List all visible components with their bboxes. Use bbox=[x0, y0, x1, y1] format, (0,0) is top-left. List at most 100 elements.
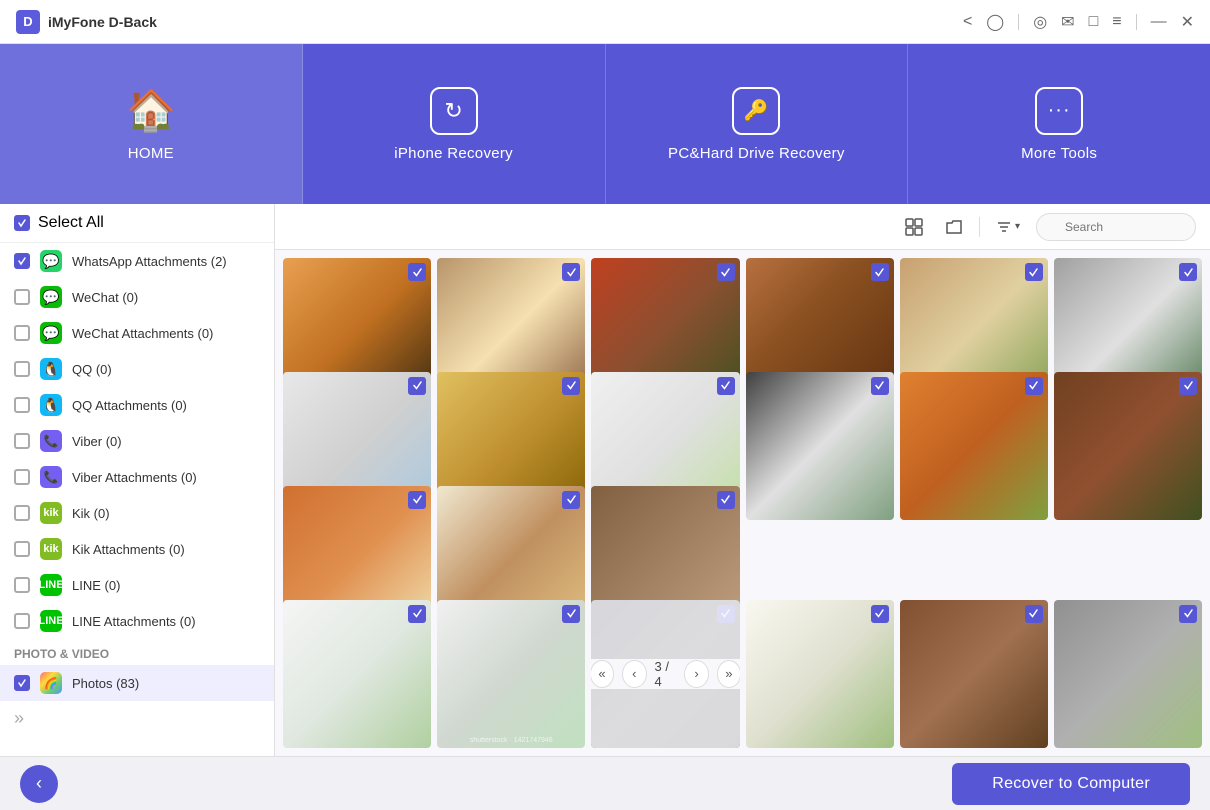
nav-home[interactable]: 🏠 HOME bbox=[0, 44, 303, 204]
whatsapp-label: WhatsApp Attachments (2) bbox=[72, 254, 227, 269]
photo-check-10[interactable] bbox=[871, 377, 889, 395]
close-button[interactable]: ✕ bbox=[1181, 12, 1194, 32]
photo-check-3[interactable] bbox=[717, 263, 735, 281]
photo-toolbar: ▾ 🔍 bbox=[275, 204, 1210, 250]
chat-icon[interactable]: □ bbox=[1089, 13, 1099, 31]
kik-attach-icon: kik bbox=[40, 538, 62, 560]
photo-check-12[interactable] bbox=[1179, 377, 1197, 395]
pagination: « ‹ 3 / 4 › » bbox=[591, 659, 739, 689]
sidebar: Select All 💬 WhatsApp Attachments (2) 💬 … bbox=[0, 204, 275, 756]
share-icon[interactable]: < bbox=[963, 13, 972, 31]
photo-check-1[interactable] bbox=[408, 263, 426, 281]
wechat-icon: 💬 bbox=[40, 286, 62, 308]
target-icon[interactable]: ◎ bbox=[1033, 12, 1047, 32]
qq-attach-checkbox[interactable] bbox=[14, 397, 30, 413]
qq-checkbox[interactable] bbox=[14, 361, 30, 377]
nav-pc-recovery[interactable]: 🔑 PC&Hard Drive Recovery bbox=[606, 44, 909, 204]
last-page-button[interactable]: » bbox=[717, 660, 740, 688]
photo-check-21[interactable] bbox=[1179, 605, 1197, 623]
photo-check-13[interactable] bbox=[408, 491, 426, 509]
viber-attach-checkbox[interactable] bbox=[14, 469, 30, 485]
separator bbox=[1018, 14, 1019, 30]
kik-attach-checkbox[interactable] bbox=[14, 541, 30, 557]
first-page-button[interactable]: « bbox=[591, 660, 614, 688]
back-icon: ‹ bbox=[36, 773, 42, 794]
next-page-button[interactable]: › bbox=[684, 660, 708, 688]
kik-icon: kik bbox=[40, 502, 62, 524]
photo-cell[interactable]: « ‹ 3 / 4 › » bbox=[591, 600, 739, 748]
photo-check-17[interactable] bbox=[562, 605, 580, 623]
sidebar-item-wechat-attach[interactable]: 💬 WeChat Attachments (0) bbox=[0, 315, 274, 351]
wechat-attach-checkbox[interactable] bbox=[14, 325, 30, 341]
photo-check-20[interactable] bbox=[1025, 605, 1043, 623]
wechat-checkbox[interactable] bbox=[14, 289, 30, 305]
line-attach-checkbox[interactable] bbox=[14, 613, 30, 629]
select-all-checkbox[interactable] bbox=[14, 215, 30, 231]
whatsapp-checkbox[interactable] bbox=[14, 253, 30, 269]
sidebar-item-qq-attach[interactable]: 🐧 QQ Attachments (0) bbox=[0, 387, 274, 423]
nav-home-label: HOME bbox=[128, 145, 174, 162]
user-icon[interactable]: ◯ bbox=[986, 12, 1004, 32]
photo-check-11[interactable] bbox=[1025, 377, 1043, 395]
photos-checkbox[interactable] bbox=[14, 675, 30, 691]
photo-cell[interactable] bbox=[1054, 372, 1202, 520]
kik-label: Kik (0) bbox=[72, 506, 110, 521]
line-checkbox[interactable] bbox=[14, 577, 30, 593]
photo-video-section: Photo & Video bbox=[0, 639, 274, 665]
recover-button[interactable]: Recover to Computer bbox=[952, 763, 1190, 805]
sidebar-item-kik-attach[interactable]: kik Kik Attachments (0) bbox=[0, 531, 274, 567]
sidebar-header: Select All bbox=[0, 204, 274, 243]
toolbar-separator bbox=[979, 217, 980, 237]
photo-check-14[interactable] bbox=[562, 491, 580, 509]
photo-cell[interactable] bbox=[746, 600, 894, 748]
photo-check-4[interactable] bbox=[871, 263, 889, 281]
sidebar-item-more[interactable]: » bbox=[0, 701, 274, 736]
search-wrap: 🔍 bbox=[1036, 213, 1196, 241]
sidebar-item-kik[interactable]: kik Kik (0) bbox=[0, 495, 274, 531]
photo-check-9[interactable] bbox=[717, 377, 735, 395]
menu-icon[interactable]: ≡ bbox=[1112, 13, 1121, 31]
photo-check-19[interactable] bbox=[871, 605, 889, 623]
photo-check-6[interactable] bbox=[1179, 263, 1197, 281]
search-input[interactable] bbox=[1036, 213, 1196, 241]
viber-icon: 📞 bbox=[40, 430, 62, 452]
photo-cell[interactable] bbox=[900, 372, 1048, 520]
photo-cell[interactable]: shutterstock · 1421747946 bbox=[437, 600, 585, 748]
sidebar-item-photos[interactable]: 🌈 Photos (83) bbox=[0, 665, 274, 701]
nav-bar: 🏠 HOME ↻ iPhone Recovery 🔑 PC&Hard Drive… bbox=[0, 44, 1210, 204]
prev-page-button[interactable]: ‹ bbox=[622, 660, 646, 688]
sidebar-item-wechat[interactable]: 💬 WeChat (0) bbox=[0, 279, 274, 315]
photo-check-8[interactable] bbox=[562, 377, 580, 395]
photo-cell[interactable] bbox=[746, 372, 894, 520]
sidebar-item-line-attach[interactable]: LINE LINE Attachments (0) bbox=[0, 603, 274, 639]
mail-icon[interactable]: ✉ bbox=[1061, 12, 1074, 32]
photo-check-2[interactable] bbox=[562, 263, 580, 281]
minimize-button[interactable]: — bbox=[1151, 13, 1167, 31]
sidebar-item-viber[interactable]: 📞 Viber (0) bbox=[0, 423, 274, 459]
photos-icon: 🌈 bbox=[40, 672, 62, 694]
filter-button[interactable]: ▾ bbox=[990, 215, 1026, 239]
photo-cell[interactable] bbox=[900, 600, 1048, 748]
photo-cell[interactable] bbox=[283, 600, 431, 748]
sidebar-item-whatsapp[interactable]: 💬 WhatsApp Attachments (2) bbox=[0, 243, 274, 279]
photo-check-5[interactable] bbox=[1025, 263, 1043, 281]
sidebar-item-line[interactable]: LINE LINE (0) bbox=[0, 567, 274, 603]
home-icon: 🏠 bbox=[127, 87, 175, 135]
photo-check-7[interactable] bbox=[408, 377, 426, 395]
photo-cell[interactable] bbox=[1054, 600, 1202, 748]
nav-iphone-recovery[interactable]: ↻ iPhone Recovery bbox=[303, 44, 606, 204]
viber-attach-icon: 📞 bbox=[40, 466, 62, 488]
folder-view-button[interactable] bbox=[939, 212, 969, 242]
back-button[interactable]: ‹ bbox=[20, 765, 58, 803]
photo-check-15[interactable] bbox=[717, 491, 735, 509]
line-attach-icon: LINE bbox=[40, 610, 62, 632]
sidebar-item-qq[interactable]: 🐧 QQ (0) bbox=[0, 351, 274, 387]
viber-checkbox[interactable] bbox=[14, 433, 30, 449]
kik-checkbox[interactable] bbox=[14, 505, 30, 521]
photo-check-16[interactable] bbox=[408, 605, 426, 623]
separator2 bbox=[1136, 14, 1137, 30]
grid-view-button[interactable] bbox=[899, 212, 929, 242]
nav-more-tools[interactable]: ··· More Tools bbox=[908, 44, 1210, 204]
nav-iphone-label: iPhone Recovery bbox=[394, 145, 513, 162]
sidebar-item-viber-attach[interactable]: 📞 Viber Attachments (0) bbox=[0, 459, 274, 495]
